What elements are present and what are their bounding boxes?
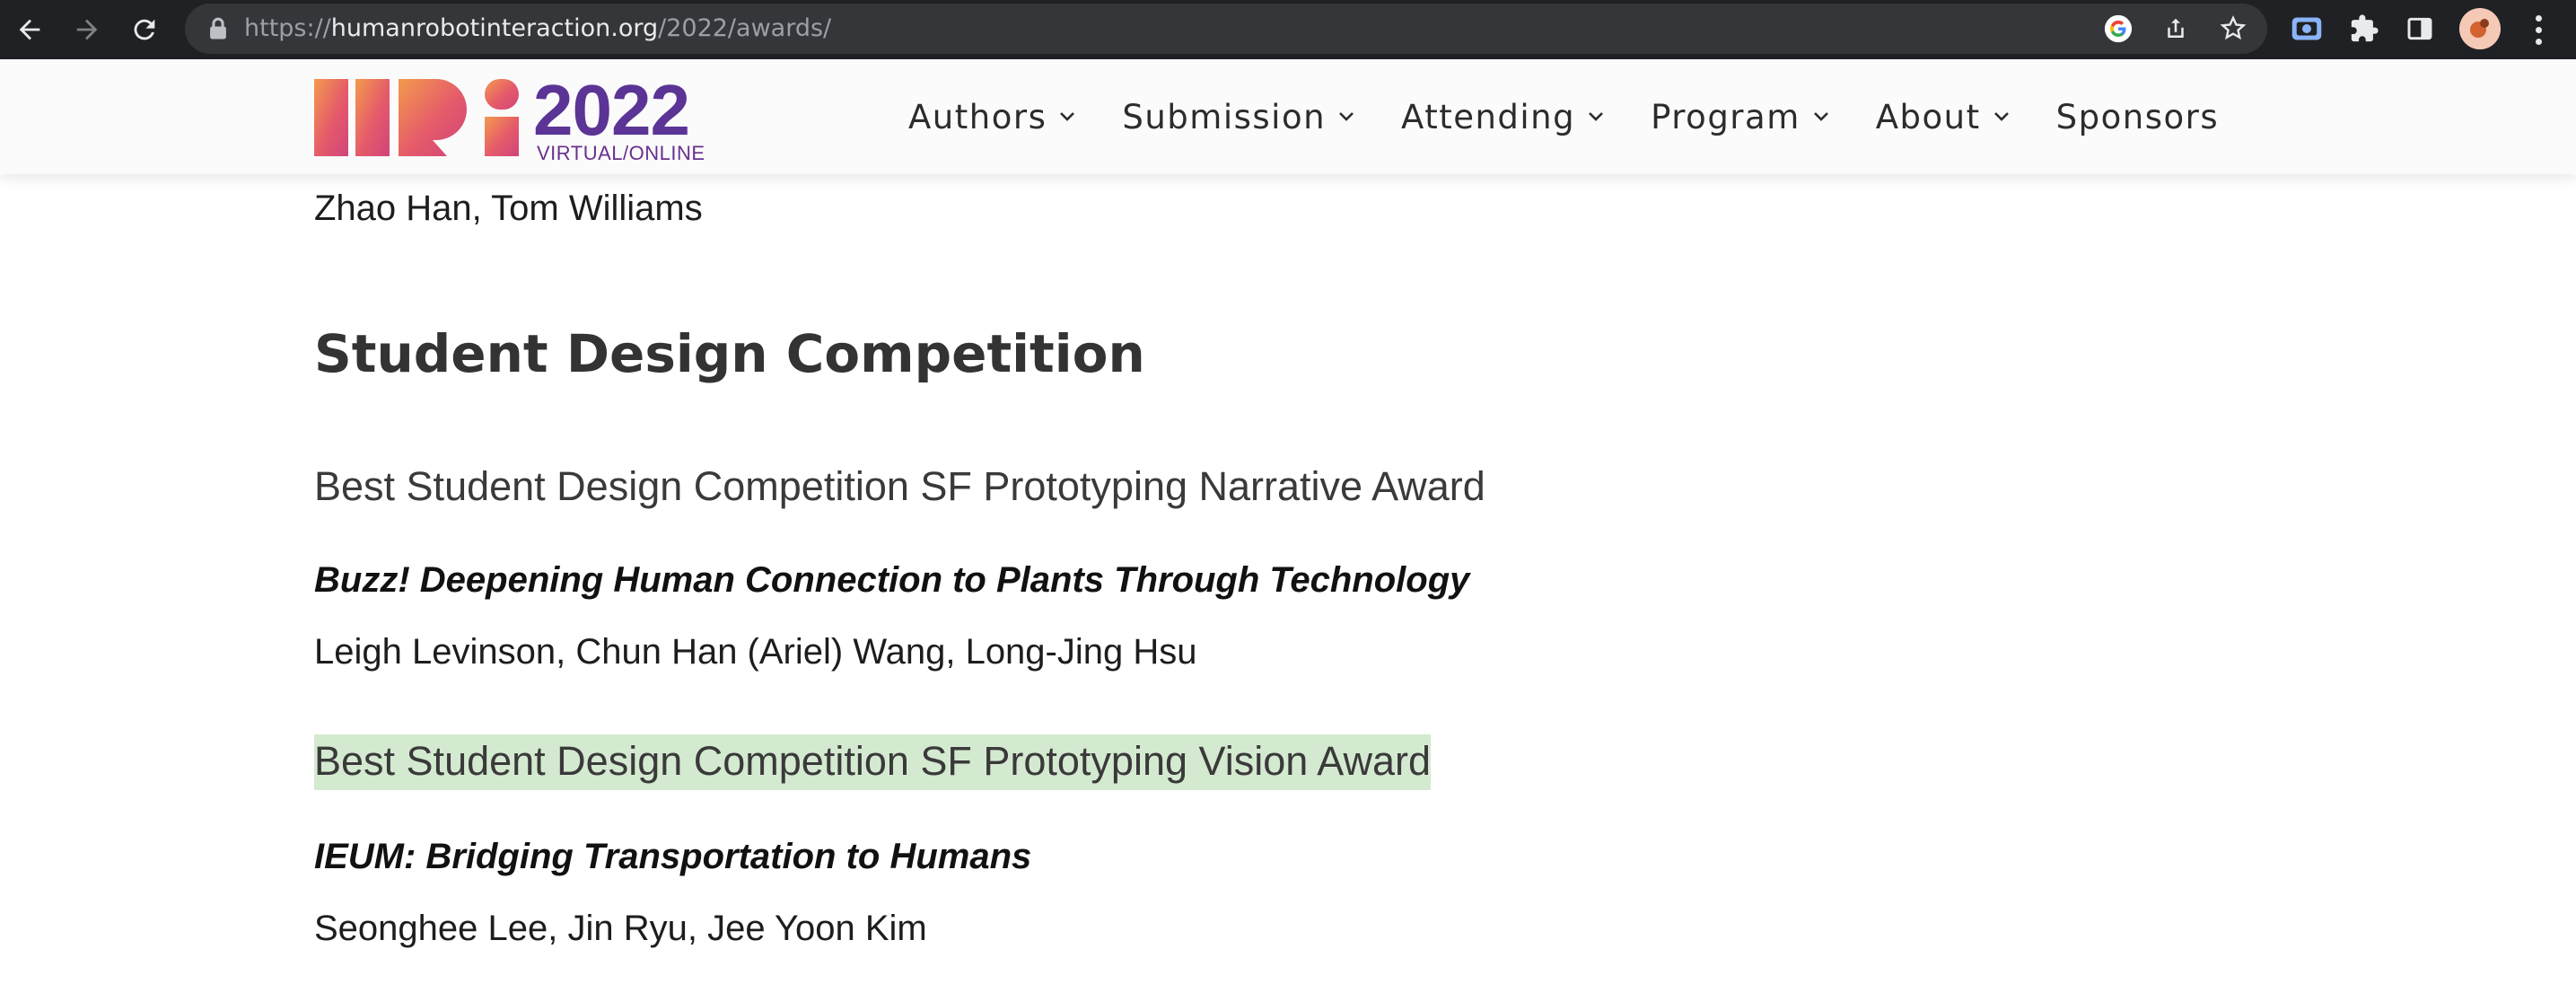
nav-authors-label: Authors (908, 97, 1047, 136)
chevron-down-icon (1060, 112, 1075, 121)
site-header: 2022 VIRTUAL/ONLINE Authors Submission A… (0, 59, 2576, 174)
side-panel-icon[interactable] (2402, 11, 2438, 47)
nav-program[interactable]: Program (1651, 98, 1829, 136)
previous-award-authors: Zhao Han, Tom Williams (314, 189, 703, 228)
forward-button[interactable] (65, 7, 110, 52)
nav-submission-label: Submission (1122, 97, 1327, 136)
nav-sponsors[interactable]: Sponsors (2056, 98, 2219, 136)
chevron-down-icon (1993, 112, 2009, 121)
chevron-down-icon (1813, 112, 1828, 121)
google-icon[interactable] (2102, 13, 2134, 45)
award-name: Best Student Design Competition SF Proto… (314, 463, 1485, 509)
award-name-highlighted: Best Student Design Competition SF Proto… (314, 734, 1432, 790)
nav-about[interactable]: About (1876, 98, 2010, 136)
nav-sponsors-label: Sponsors (2055, 97, 2220, 136)
hri-logo[interactable]: 2022 VIRTUAL/ONLINE (314, 72, 709, 164)
arrow-right-icon (76, 19, 98, 40)
lock-icon[interactable] (206, 16, 230, 41)
hri-logo-mark-icon (314, 79, 519, 156)
nav-program-label: Program (1651, 97, 1801, 136)
nav-attending-label: Attending (1401, 97, 1576, 136)
nav-authors[interactable]: Authors (908, 98, 1075, 136)
nav-attending[interactable]: Attending (1401, 98, 1604, 136)
reload-button[interactable] (122, 7, 167, 52)
browser-menu-icon[interactable] (2520, 9, 2556, 50)
back-button[interactable] (7, 7, 52, 52)
paper-authors: Seonghee Lee, Jin Ryu, Jee Yoon Kim (314, 909, 927, 948)
logo-subtitle: VIRTUAL/ONLINE (537, 142, 705, 164)
extensions-puzzle-icon[interactable] (2346, 11, 2382, 47)
chevron-down-icon (1339, 112, 1354, 121)
chevron-down-icon (1589, 112, 1604, 121)
main-nav: Authors Submission Attending Program Abo… (908, 59, 2219, 174)
nav-submission[interactable]: Submission (1122, 98, 1354, 136)
paper-authors: Leigh Levinson, Chun Han (Ariel) Wang, L… (314, 632, 1197, 672)
address-bar[interactable]: https://humanrobotinteraction.org/2022/a… (185, 4, 2267, 54)
url-text[interactable]: https://humanrobotinteraction.org/2022/a… (244, 4, 831, 54)
profile-avatar[interactable] (2459, 8, 2501, 49)
browser-toolbar: https://humanrobotinteraction.org/2022/a… (0, 0, 2576, 59)
section-title: Student Design Competition (314, 323, 1145, 384)
paper-title: IEUM: Bridging Transportation to Humans (314, 837, 1032, 876)
reload-icon (134, 19, 155, 40)
nav-about-label: About (1875, 97, 1981, 136)
screen-capture-extension-icon[interactable] (2289, 11, 2325, 47)
logo-year: 2022 (533, 70, 690, 150)
paper-title: Buzz! Deepening Human Connection to Plan… (314, 560, 1470, 600)
bookmark-star-icon[interactable] (2217, 13, 2249, 45)
arrow-left-icon (19, 19, 40, 40)
share-icon[interactable] (2160, 13, 2192, 45)
